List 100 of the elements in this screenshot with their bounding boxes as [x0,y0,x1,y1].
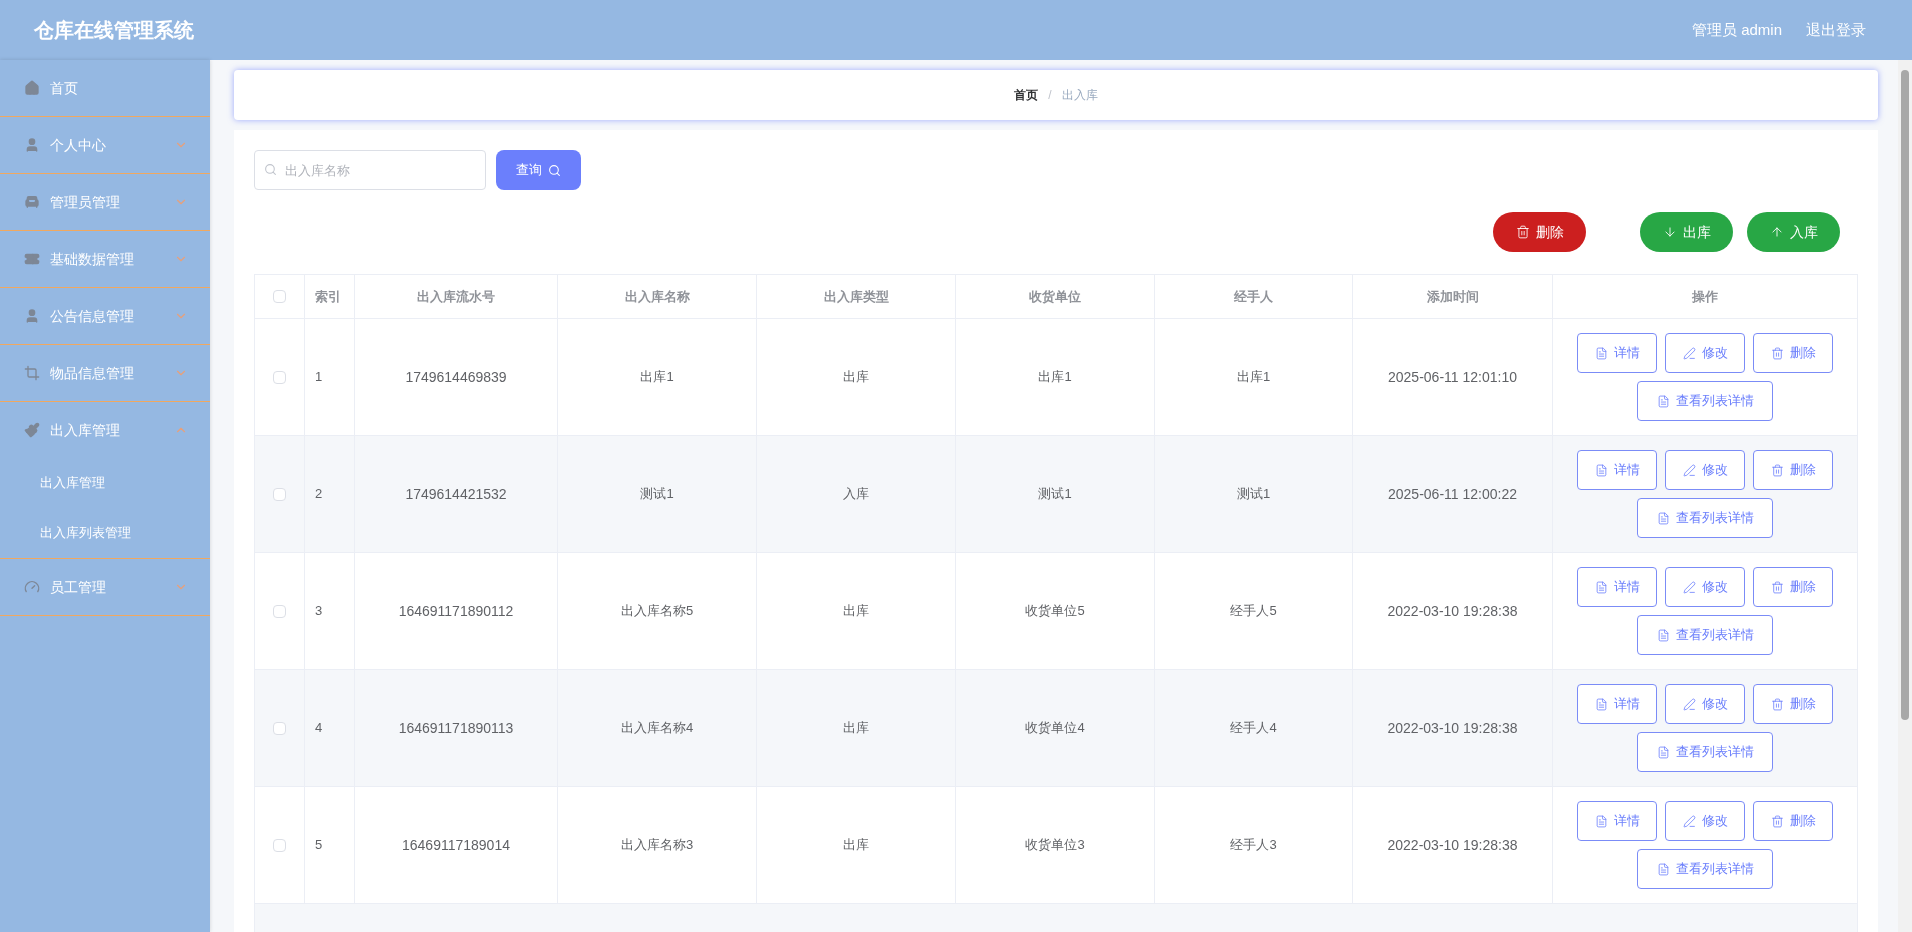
sidebar-item[interactable]: 首页 [0,60,210,116]
column-header: 收货单位 [956,275,1155,318]
table-cell-text: 出库1 [1236,368,1271,387]
table-cell-text: 5 [315,836,323,855]
sidebar-item[interactable]: 基础数据管理 [0,231,210,287]
checkbox[interactable] [273,604,286,618]
chair-icon [24,194,40,210]
document-icon [1594,463,1608,477]
breadcrumb-link[interactable]: 出入库 [1061,86,1098,104]
pen-icon [1682,580,1696,594]
up-arrow-icon [1769,225,1784,239]
ticket-icon [24,251,40,267]
table-cell-text: 2022-03-10 19:28:38 [1387,718,1518,738]
detail-button[interactable]: 详情 [1577,333,1657,373]
column-header: 索引 [305,275,355,318]
search-button[interactable]: 查询 [496,150,581,190]
sidebar-item[interactable]: 员工管理 [0,559,210,615]
table-cell-text: 测试1 [1038,485,1072,504]
document-icon [1594,814,1608,828]
down-arrow-icon [1662,225,1677,239]
list-detail-button[interactable]: 查看列表详情 [1637,615,1773,655]
document-icon [1656,628,1670,642]
document-icon [1594,346,1608,360]
detail-button[interactable]: 详情 [1577,567,1657,607]
table-cell-text: 16469117189014 [402,835,510,855]
trash-icon [1770,814,1784,828]
edit-button[interactable]: 修改 [1665,801,1745,841]
column-header: 添加时间 [1353,275,1553,318]
list-detail-button[interactable]: 查看列表详情 [1637,849,1773,889]
delete-button[interactable]: 删除 [1753,567,1833,607]
trash-icon [1770,346,1784,360]
submenu-item[interactable]: 出入库管理 [0,458,210,508]
checkbox[interactable] [273,487,286,501]
stock-out-button[interactable]: 出库 [1640,212,1733,252]
column-header: 出入库流水号 [355,275,558,318]
breadcrumb-link[interactable]: 首页 [1014,86,1039,104]
gauge-icon [24,579,40,595]
detail-button[interactable]: 详情 [1577,450,1657,490]
breadcrumb-separator: / [1048,87,1052,104]
column-header: 出入库名称 [558,275,757,318]
table-cell-text: 入库 [843,485,869,504]
checkbox[interactable] [273,838,286,852]
table-cell-text: 164691171890112 [398,601,514,621]
checkbox[interactable] [273,370,286,384]
delete-button[interactable]: 删除 [1753,801,1833,841]
edit-button[interactable]: 修改 [1665,684,1745,724]
submenu-item[interactable]: 出入库列表管理 [0,508,210,558]
table-cell-text: 出库 [843,719,869,738]
user-icon [24,308,40,324]
trash-icon [1770,580,1784,594]
trash-icon [1515,225,1530,239]
sidebar-item[interactable]: 公告信息管理 [0,288,210,344]
checkbox[interactable] [273,721,286,735]
user-label: 管理员 admin [1691,19,1782,40]
sidebar-item[interactable]: 管理员管理 [0,174,210,230]
sidebar-item[interactable]: 出入库管理 [0,402,210,458]
edit-button[interactable]: 修改 [1665,333,1745,373]
detail-button[interactable]: 详情 [1577,684,1657,724]
scrollbar-thumb[interactable] [1901,70,1909,720]
table-cell-text: 出入库名称5 [620,602,694,621]
table-cell-text: 出入库名称4 [620,719,694,738]
user-icon [24,137,40,153]
document-icon [1656,511,1670,525]
table-cell-text: 2022-03-10 19:28:38 [1387,835,1518,855]
table-cell-text: 2025-06-11 12:00:22 [1388,484,1517,504]
stock-in-button[interactable]: 入库 [1747,212,1840,252]
crop-icon [24,365,40,381]
document-icon [1594,697,1608,711]
table-cell-text: 1 [315,368,323,387]
search-field[interactable]: 出入库名称 [254,150,486,190]
list-detail-button[interactable]: 查看列表详情 [1637,498,1773,538]
logout-link[interactable]: 退出登录 [1806,18,1866,42]
search-icon [264,163,277,176]
table-cell-text: 测试1 [1236,485,1271,504]
edit-button[interactable]: 修改 [1665,567,1745,607]
document-icon [1656,862,1670,876]
detail-button[interactable]: 详情 [1577,801,1657,841]
column-header: 经手人 [1155,275,1353,318]
checkbox[interactable] [273,290,286,303]
list-detail-button[interactable]: 查看列表详情 [1637,732,1773,772]
sidebar-item[interactable]: 物品信息管理 [0,345,210,401]
delete-button[interactable]: 删除 [1753,333,1833,373]
delete-button[interactable]: 删除 [1753,450,1833,490]
delete-button[interactable]: 删除 [1493,212,1586,252]
table-cell-text: 经手人5 [1230,602,1277,621]
list-detail-button[interactable]: 查看列表详情 [1637,381,1773,421]
table-cell-text: 出库1 [640,368,674,387]
search-icon [548,163,561,177]
table-cell-text: 收货单位4 [1025,719,1085,738]
table-cell-text: 2022-03-10 19:28:38 [1387,601,1518,621]
document-icon [1656,745,1670,759]
delete-button[interactable]: 删除 [1753,684,1833,724]
table-cell-text: 2025-06-11 12:01:10 [1388,367,1517,387]
edit-button[interactable]: 修改 [1665,450,1745,490]
sidebar-item[interactable]: 个人中心 [0,117,210,173]
home-icon [24,80,40,96]
table-cell-text: 164691171890113 [398,718,514,738]
table-cell-text: 经手人3 [1230,836,1277,855]
table-cell-text: 收货单位5 [1025,602,1085,621]
app-title: 仓库在线管理系统 [34,18,194,43]
